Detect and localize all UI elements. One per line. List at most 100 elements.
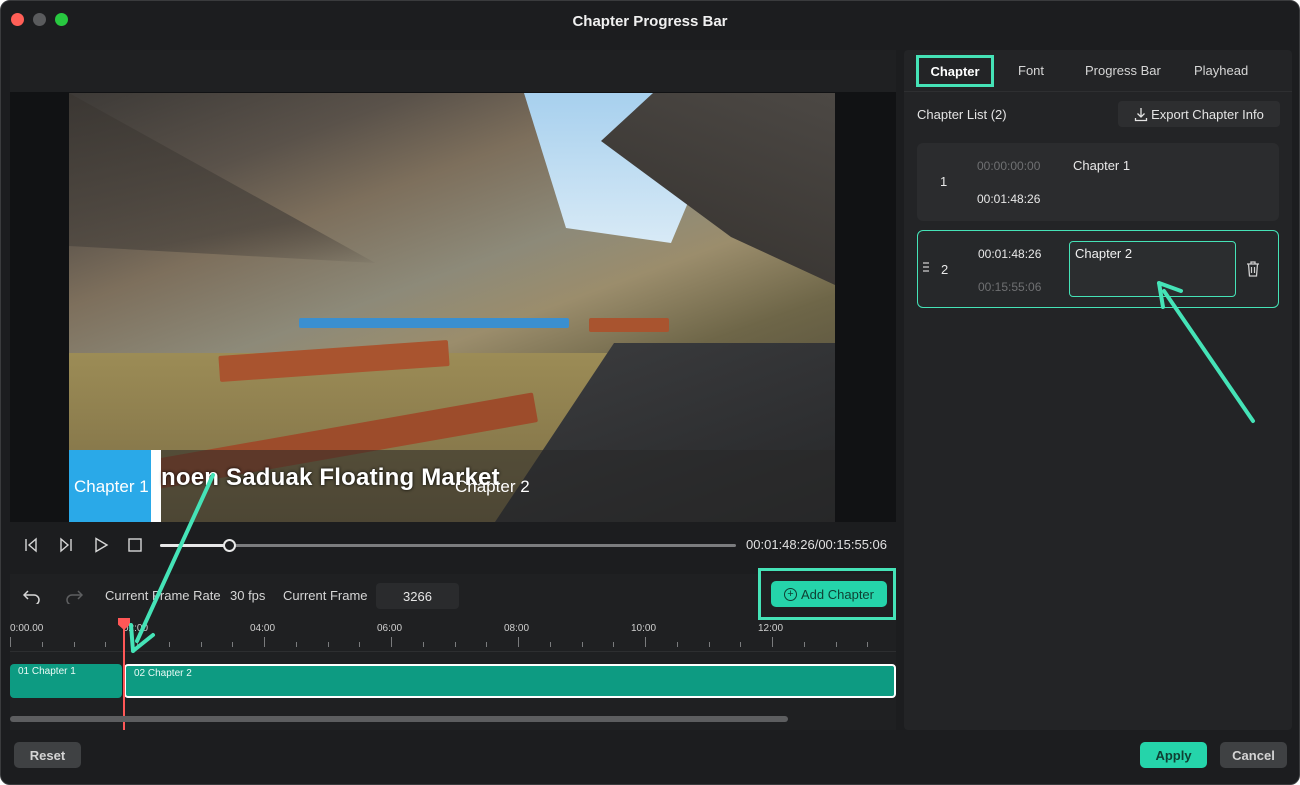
transport-controls: 00:01:48:26/00:15:55:06 xyxy=(10,523,896,567)
ruler-tick xyxy=(296,642,297,647)
ruler-label: 10:00 xyxy=(631,623,657,634)
ruler-label: 0:00.00 xyxy=(10,623,44,634)
ruler-tick xyxy=(518,637,519,647)
current-frame-field[interactable]: 3266 xyxy=(376,583,459,609)
chapter-end-time: 00:15:55:06 xyxy=(978,280,1042,294)
ruler-tick xyxy=(42,642,43,647)
video-boat xyxy=(299,318,569,328)
ruler-tick xyxy=(550,642,551,647)
window-title: Chapter Progress Bar xyxy=(572,12,728,30)
playhead-line[interactable] xyxy=(123,626,125,730)
ruler-label: 12:00 xyxy=(758,623,784,634)
ruler-tick xyxy=(740,642,741,647)
tab-progress-bar[interactable]: Progress Bar xyxy=(1085,63,1161,78)
chapter1-caption: Chapter 1 xyxy=(74,477,149,496)
export-label: Export Chapter Info xyxy=(1151,106,1264,122)
ruler-tick xyxy=(10,637,11,647)
add-chapter-label: Add Chapter xyxy=(801,586,874,602)
playback-slider[interactable] xyxy=(160,539,736,552)
ruler-tick xyxy=(582,642,583,647)
panel-tabs: Chapter Font Progress Bar Playhead xyxy=(904,50,1292,92)
ruler-tick xyxy=(867,642,868,647)
timeline-clip-chapter1[interactable]: 01 Chapter 1 xyxy=(10,664,122,698)
download-icon xyxy=(1134,107,1148,121)
ruler-tick xyxy=(359,642,360,647)
chapter-item-1[interactable]: 1 00:00:00:00 00:01:48:26 Chapter 1 xyxy=(917,143,1279,221)
chapter-index: 1 xyxy=(940,174,948,189)
close-window-button[interactable] xyxy=(11,13,24,26)
chapter-settings-panel: Chapter Font Progress Bar Playhead Chapt… xyxy=(904,50,1292,730)
chapter-index: 2 xyxy=(941,262,949,277)
ruler-tick xyxy=(772,637,773,647)
preview-header xyxy=(10,50,896,92)
apply-button[interactable]: Apply xyxy=(1140,742,1207,768)
frame-rate-label: Current Frame Rate xyxy=(105,588,221,603)
video-overlay-text: noen Saduak Floating Market xyxy=(161,464,500,491)
chapter-name-input[interactable]: Chapter 2 xyxy=(1069,241,1236,297)
ruler-tick xyxy=(391,637,392,647)
tab-font[interactable]: Font xyxy=(1018,63,1044,78)
ruler-tick xyxy=(328,642,329,647)
undo-icon[interactable] xyxy=(22,586,42,606)
ruler-tick xyxy=(105,642,106,647)
ruler-tick xyxy=(645,637,646,647)
timeline-clip-chapter2[interactable]: 02 Chapter 2 xyxy=(124,664,896,698)
ruler-tick xyxy=(486,642,487,647)
delete-chapter-icon[interactable] xyxy=(1245,260,1261,278)
ruler-label: 04:00 xyxy=(250,623,276,634)
ruler-tick xyxy=(709,642,710,647)
video-preview[interactable]: noen Saduak Floating Market Chapter 1 Ch… xyxy=(69,93,835,522)
minimize-window-button[interactable] xyxy=(33,13,46,26)
frame-rate-value: 30 fps xyxy=(230,588,266,603)
ruler-tick xyxy=(613,642,614,647)
prev-frame-icon[interactable] xyxy=(21,535,41,555)
chapter-item-2[interactable]: 2 00:01:48:26 00:15:55:06 Chapter 2 xyxy=(917,230,1279,308)
chapter-list-title: Chapter List (2) xyxy=(917,107,1007,122)
ruler-label: 06:00 xyxy=(377,623,403,634)
ruler-tick xyxy=(201,642,202,647)
cancel-button[interactable]: Cancel xyxy=(1220,742,1287,768)
ruler-tick xyxy=(804,642,805,647)
ruler-tick xyxy=(455,642,456,647)
tab-chapter[interactable]: Chapter xyxy=(916,55,994,87)
timeline-toolbar: Current Frame Rate 30 fps Current Frame … xyxy=(10,568,896,620)
tab-playhead[interactable]: Playhead xyxy=(1194,63,1248,78)
ruler-tick xyxy=(836,642,837,647)
next-frame-icon[interactable] xyxy=(56,535,76,555)
add-chapter-button[interactable]: + Add Chapter xyxy=(771,581,887,607)
chapter2-caption: Chapter 2 xyxy=(455,477,530,496)
timeline-ruler[interactable]: 0:00.00 02:00 04:00 06:00 08:00 10:00 12:00 xyxy=(10,618,896,652)
chapter-start-time: 00:00:00:00 xyxy=(977,159,1041,173)
timeline-scrollbar[interactable] xyxy=(10,716,788,722)
current-frame-label: Current Frame xyxy=(283,588,368,603)
video-boat xyxy=(589,318,669,332)
playback-timecode: 00:01:48:26/00:15:55:06 xyxy=(746,537,887,552)
preview-area: noen Saduak Floating Market Chapter 1 Ch… xyxy=(10,50,896,522)
reset-button[interactable]: Reset xyxy=(14,742,81,768)
play-icon[interactable] xyxy=(91,535,111,555)
ruler-label: 08:00 xyxy=(504,623,530,634)
redo-icon[interactable] xyxy=(64,586,84,606)
drag-handle-icon[interactable] xyxy=(922,261,930,273)
stop-icon[interactable] xyxy=(125,535,145,555)
title-bar: Chapter Progress Bar xyxy=(1,1,1299,41)
ruler-tick xyxy=(74,642,75,647)
chapter-progress-bar-window: Chapter Progress Bar noen Saduak Floatin… xyxy=(0,0,1300,785)
playback-slider-knob[interactable] xyxy=(223,539,237,552)
export-chapter-info-button[interactable]: Export Chapter Info xyxy=(1118,101,1280,127)
chapter-track: 01 Chapter 1 02 Chapter 2 xyxy=(10,664,896,698)
maximize-window-button[interactable] xyxy=(55,13,68,26)
chapter-end-time[interactable]: 00:01:48:26 xyxy=(977,192,1040,206)
playback-slider-fill xyxy=(160,544,230,547)
progress-marker xyxy=(151,450,161,522)
chapter-start-time[interactable]: 00:01:48:26 xyxy=(978,247,1041,261)
ruler-tick xyxy=(264,637,265,647)
ruler-tick xyxy=(423,642,424,647)
chapter-name[interactable]: Chapter 1 xyxy=(1073,158,1130,173)
add-icon: + xyxy=(784,587,797,601)
ruler-tick xyxy=(169,642,170,647)
ruler-tick xyxy=(677,642,678,647)
timeline-panel: Current Frame Rate 30 fps Current Frame … xyxy=(10,568,896,730)
window-controls xyxy=(11,13,68,26)
editor-area: noen Saduak Floating Market Chapter 1 Ch… xyxy=(10,50,896,730)
